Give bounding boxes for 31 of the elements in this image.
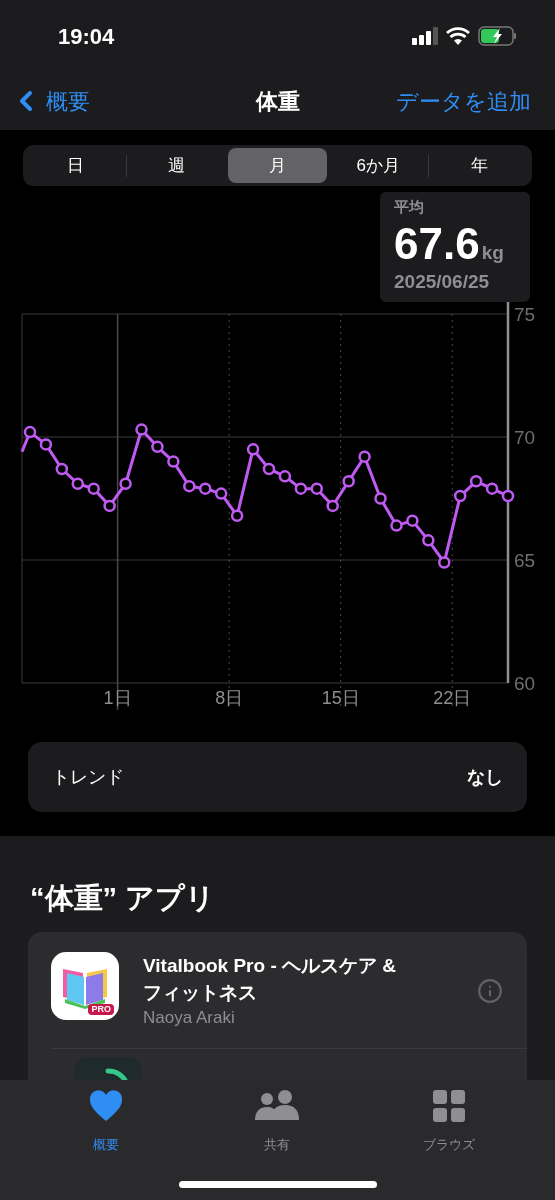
- developer-name: Naoya Araki: [143, 1007, 236, 1029]
- trend-label: トレンド: [52, 765, 124, 789]
- add-data-button[interactable]: データを追加: [396, 84, 531, 118]
- back-button[interactable]: 概要: [10, 84, 90, 118]
- x-axis-label: 22日: [433, 688, 472, 708]
- trend-row[interactable]: トレンド なし: [28, 742, 527, 812]
- tab-bar-item[interactable]: 共有: [217, 1090, 338, 1154]
- date-label: 2025/06/25: [394, 269, 491, 294]
- pro-badge: PRO: [88, 1004, 114, 1015]
- average-label: 平均: [394, 197, 425, 217]
- period-tab[interactable]: 月: [227, 148, 328, 183]
- trend-value: なし: [467, 765, 503, 789]
- period-tab[interactable]: 6か月: [328, 148, 429, 183]
- page-title: 体重: [255, 87, 300, 116]
- x-axis-label: 15日: [321, 688, 360, 708]
- y-axis-label: 65: [514, 550, 536, 571]
- section-title: “体重” アプリ: [29, 881, 217, 916]
- period-tab[interactable]: 日: [26, 148, 126, 183]
- app-name[interactable]: Vitalbook Pro - ヘルスケア & フィットネス: [143, 952, 418, 1006]
- unit-label: kg: [481, 240, 504, 265]
- tab-bar-item[interactable]: ブラウズ: [389, 1090, 510, 1154]
- x-axis-label: 1日: [103, 688, 132, 708]
- y-axis-label: 60: [514, 673, 536, 694]
- status-time: 19:04: [58, 22, 115, 51]
- period-tab[interactable]: 週: [126, 148, 227, 183]
- average-value: 67.6: [394, 218, 480, 269]
- tab-bar-item[interactable]: 概要: [45, 1090, 166, 1154]
- y-axis-label: 75: [514, 304, 536, 325]
- y-axis-label: 70: [514, 427, 536, 448]
- period-tab[interactable]: 年: [429, 148, 529, 183]
- x-axis-label: 8日: [215, 688, 244, 708]
